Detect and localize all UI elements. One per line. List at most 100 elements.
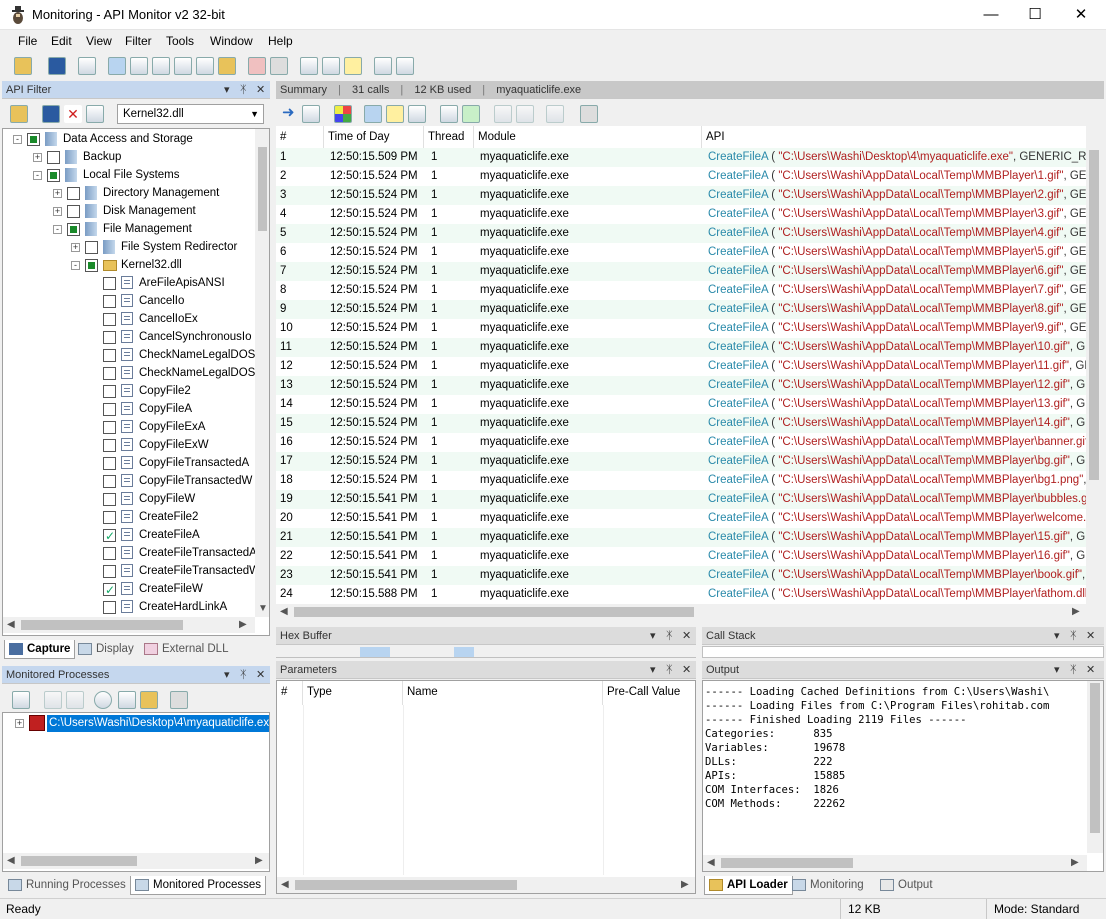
table-row[interactable]: 13 12:50:15.524 PM 1 myaquaticlife.exe Creat… <box>276 376 1086 395</box>
table-row[interactable]: 11 12:50:15.524 PM 1 myaquaticlife.exe Creat… <box>276 338 1086 357</box>
tree-node[interactable]: CreateFile2 <box>3 508 255 526</box>
tree-node[interactable]: CopyFileW <box>3 490 255 508</box>
tools-icon[interactable] <box>322 57 340 75</box>
tree-node[interactable]: CopyFile2 <box>3 382 255 400</box>
layout-icon-2[interactable] <box>174 57 192 75</box>
collapse-icon[interactable]: - <box>71 261 80 270</box>
scroll-thumb[interactable] <box>295 880 517 890</box>
target-icon[interactable] <box>94 691 112 709</box>
save-icon[interactable] <box>42 105 60 123</box>
tree-checkbox[interactable] <box>103 421 116 434</box>
tree-node[interactable]: CreateFileA <box>3 526 255 545</box>
help-icon[interactable] <box>396 57 414 75</box>
param-col-precall[interactable]: Pre-Call Value <box>603 681 695 705</box>
delete-icon[interactable]: ✕ <box>64 105 82 123</box>
tree-checkbox[interactable] <box>103 331 116 344</box>
scroll-thumb[interactable] <box>21 856 137 866</box>
table-row[interactable]: 3 12:50:15.524 PM 1 myaquaticlife.exe Create… <box>276 186 1086 205</box>
pane-close-icon[interactable]: ✕ <box>682 661 691 679</box>
tree-node[interactable]: CopyFileA <box>3 400 255 418</box>
tab-monitoring[interactable]: Monitoring <box>788 876 868 895</box>
users-icon[interactable] <box>270 57 288 75</box>
tab-running-processes[interactable]: Running Processes <box>4 876 130 895</box>
pin-icon[interactable]: ᛡ <box>666 627 673 645</box>
table-row[interactable]: 18 12:50:15.524 PM 1 myaquaticlife.exe Creat… <box>276 471 1086 490</box>
pane-close-icon[interactable]: ✕ <box>682 627 691 645</box>
output-hscroll[interactable]: ◀ ▶ <box>703 855 1087 871</box>
tree-checkbox[interactable] <box>103 511 116 524</box>
scroll-thumb[interactable] <box>294 607 694 617</box>
tree-checkbox[interactable] <box>67 223 80 236</box>
scroll-right-icon[interactable]: ▶ <box>239 619 247 630</box>
grid-vscroll[interactable] <box>1086 126 1102 604</box>
maximize-button[interactable]: ☐ <box>1012 0 1058 30</box>
tree-node[interactable]: CopyFileTransactedW <box>3 472 255 490</box>
tab-api-loader[interactable]: API Loader <box>704 876 793 895</box>
tree-checkbox[interactable] <box>103 493 116 506</box>
tree-node[interactable]: CancelSynchronousIo <box>3 328 255 346</box>
scroll-thumb[interactable] <box>258 147 267 231</box>
tab-capture[interactable]: Capture <box>4 640 76 659</box>
tree-node[interactable]: CreateFileTransactedW <box>3 562 255 580</box>
tree-checkbox[interactable] <box>67 205 80 218</box>
tree-checkbox[interactable] <box>103 457 116 470</box>
menu-help[interactable]: Help <box>268 34 293 48</box>
color-icon[interactable] <box>334 105 352 123</box>
scroll-left-icon[interactable]: ◀ <box>280 606 288 617</box>
pin-icon[interactable]: ᛡ <box>666 661 673 679</box>
param-col-type[interactable]: Type <box>303 681 403 705</box>
pause-icon[interactable] <box>44 691 62 709</box>
close-button[interactable]: ✕ <box>1058 0 1104 30</box>
capture-icon[interactable] <box>108 57 126 75</box>
find-icon[interactable] <box>86 105 104 123</box>
collapse-icon[interactable]: - <box>33 171 42 180</box>
tree-checkbox[interactable] <box>103 439 116 452</box>
tree-node[interactable]: CreateHardLinkA <box>3 598 255 616</box>
layout-icon-3[interactable] <box>196 57 214 75</box>
table-row[interactable]: 15 12:50:15.524 PM 1 myaquaticlife.exe Creat… <box>276 414 1086 433</box>
table-row[interactable]: 6 12:50:15.524 PM 1 myaquaticlife.exe Create… <box>276 243 1086 262</box>
tree-node[interactable]: CreateFileTransactedA <box>3 544 255 562</box>
scroll-left-icon[interactable]: ◀ <box>7 619 15 630</box>
table-row[interactable]: 8 12:50:15.524 PM 1 myaquaticlife.exe Create… <box>276 281 1086 300</box>
scroll-left-icon[interactable]: ◀ <box>281 879 289 890</box>
expand-icon[interactable]: + <box>71 243 80 252</box>
trash-icon[interactable] <box>580 105 598 123</box>
pane-menu-icon[interactable]: ▾ <box>224 666 230 684</box>
table-row[interactable]: 7 12:50:15.524 PM 1 myaquaticlife.exe Create… <box>276 262 1086 281</box>
col-api[interactable]: API <box>702 126 1086 148</box>
scroll-right-icon[interactable]: ▶ <box>255 855 263 866</box>
table-row[interactable]: 21 12:50:15.541 PM 1 myaquaticlife.exe Creat… <box>276 528 1086 547</box>
col-number[interactable]: # <box>276 126 324 148</box>
copy-icon[interactable] <box>78 57 96 75</box>
network-icon[interactable] <box>118 691 136 709</box>
menu-tools[interactable]: Tools <box>166 34 194 48</box>
tree-checkbox[interactable] <box>103 403 116 416</box>
tree-node[interactable]: CheckNameLegalDOS8 <box>3 346 255 364</box>
tree-view-icon[interactable] <box>364 105 382 123</box>
tree-checkbox[interactable] <box>67 187 80 200</box>
tree-checkbox[interactable] <box>103 601 116 614</box>
stop-icon[interactable] <box>66 691 84 709</box>
output-vscroll[interactable] <box>1087 681 1103 853</box>
tree-node[interactable]: - File Management <box>3 220 255 238</box>
table-row[interactable]: 22 12:50:15.541 PM 1 myaquaticlife.exe Creat… <box>276 547 1086 566</box>
scroll-thumb[interactable] <box>1090 683 1100 833</box>
tree-checkbox[interactable] <box>47 151 60 164</box>
pane-close-icon[interactable]: ✕ <box>256 81 265 99</box>
tree-checkbox[interactable] <box>103 565 116 578</box>
grid-hscroll[interactable]: ◀ ▶ <box>276 604 1086 620</box>
tree-node[interactable]: - Local File Systems <box>3 166 255 184</box>
tree-node[interactable]: + Backup <box>3 148 255 166</box>
console-icon[interactable] <box>408 105 426 123</box>
scroll-left-icon[interactable]: ◀ <box>7 855 15 866</box>
process-hscroll[interactable]: ◀ ▶ <box>3 853 269 869</box>
tree-node[interactable]: CancelIoEx <box>3 310 255 328</box>
param-col-number[interactable]: # <box>277 681 303 705</box>
pane-close-icon[interactable]: ✕ <box>1086 627 1095 645</box>
tree-checkbox[interactable] <box>85 259 98 272</box>
tree-hscroll[interactable]: ◀ ▶ <box>3 617 255 633</box>
table-row[interactable]: 19 12:50:15.541 PM 1 myaquaticlife.exe Creat… <box>276 490 1086 509</box>
scroll-thumb[interactable] <box>721 858 853 868</box>
collapse-icon[interactable]: - <box>53 225 62 234</box>
